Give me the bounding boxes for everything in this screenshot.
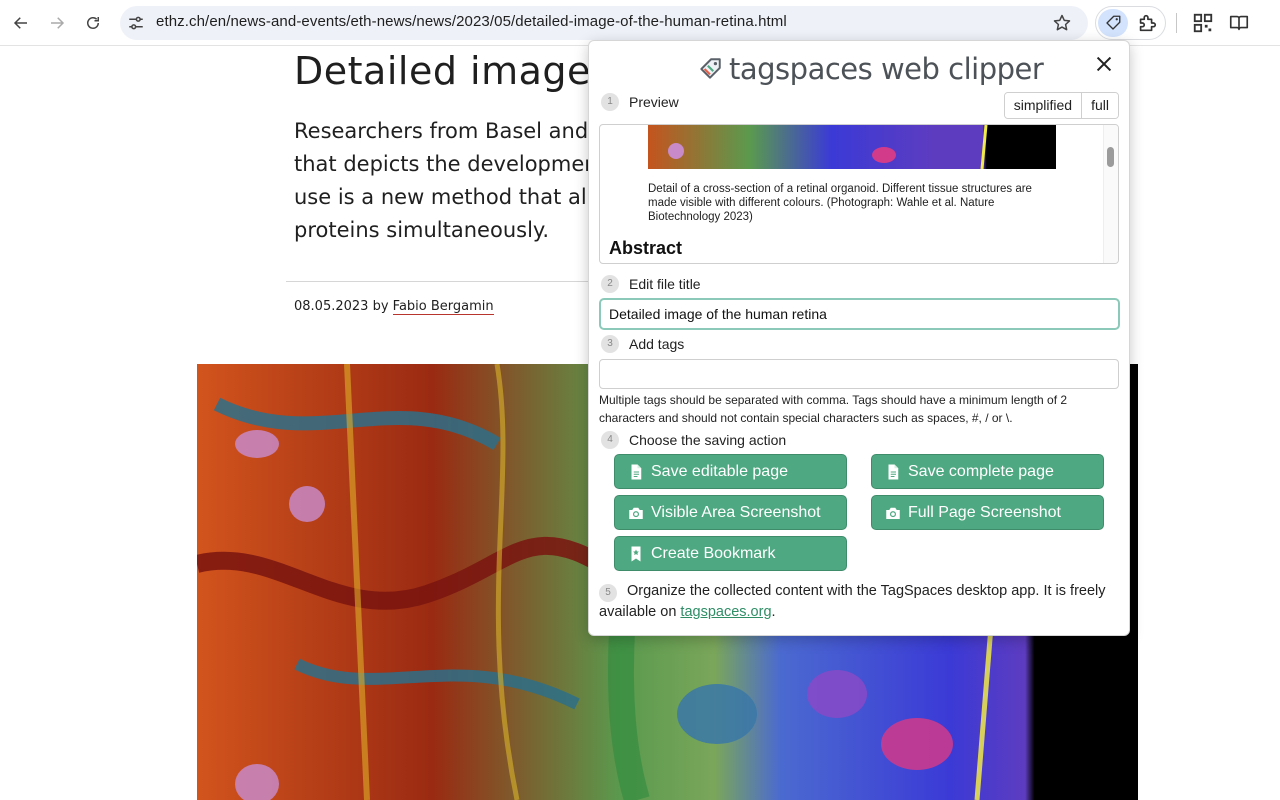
step-label: Choose the saving action [629, 432, 787, 448]
byline-by: by [372, 299, 389, 314]
step-number: 5 [599, 584, 617, 602]
preview-image [648, 125, 1056, 169]
web-clipper-popup: tagspaces web clipper 1 Preview simplifi… [588, 40, 1130, 636]
organize-end: . [771, 604, 776, 620]
scrollbar-thumb[interactable] [1107, 147, 1114, 167]
forward-button[interactable] [42, 8, 72, 38]
mode-simplified-button[interactable]: simplified [1004, 93, 1082, 118]
toolbar-separator [1176, 13, 1177, 33]
qr-code-icon[interactable] [1192, 12, 1214, 34]
lead-line: Researchers from Basel and [294, 119, 589, 143]
site-settings-icon[interactable] [127, 14, 145, 32]
mode-full-button[interactable]: full [1081, 93, 1118, 118]
saving-actions: Save editable page Save complete page Vi… [614, 454, 1106, 574]
step-title: 2 Edit file title [601, 275, 701, 293]
logo-text: tagspaces web clipper [729, 52, 1044, 86]
organize-note: 5 Organize the collected content with the… [599, 581, 1123, 623]
preview-heading: Abstract [609, 238, 683, 258]
create-bookmark-button[interactable]: Create Bookmark [614, 536, 847, 571]
step-label: Add tags [629, 336, 685, 352]
step-label: Preview [629, 94, 679, 110]
button-label: Full Page Screenshot [908, 503, 1061, 521]
tags-input[interactable] [599, 359, 1119, 389]
save-editable-page-button[interactable]: Save editable page [614, 454, 847, 489]
divider [286, 281, 596, 282]
address-bar[interactable]: ethz.ch/en/news-and-events/eth-news/news… [120, 6, 1088, 40]
preview-caption: Detail of a cross-section of a retinal o… [648, 183, 1032, 223]
puzzle-icon[interactable] [1136, 12, 1158, 34]
visible-area-screenshot-button[interactable]: Visible Area Screenshot [614, 495, 847, 530]
preview-mode-toggle: simplified full [1003, 92, 1119, 119]
tagspaces-logo-icon [700, 58, 721, 79]
lead-line: proteins simultaneously. [294, 218, 550, 242]
article-date: 08.05.2023 [294, 299, 369, 314]
article-lead: Researchers from Basel and that depicts … [294, 115, 594, 247]
extensions-group [1095, 6, 1166, 40]
full-page-screenshot-button[interactable]: Full Page Screenshot [871, 495, 1104, 530]
step-number: 3 [601, 335, 619, 353]
tagspaces-link[interactable]: tagspaces.org [680, 604, 771, 620]
button-label: Save editable page [651, 462, 788, 480]
button-label: Create Bookmark [651, 544, 776, 562]
back-button[interactable] [6, 8, 36, 38]
organize-text: Organize the collected content with the … [599, 583, 1106, 620]
arrow-right-icon [51, 17, 65, 29]
save-complete-page-button[interactable]: Save complete page [871, 454, 1104, 489]
step-number: 2 [601, 275, 619, 293]
file-icon [631, 464, 642, 479]
step-preview: 1 Preview [601, 93, 679, 111]
step-action: 4 Choose the saving action [601, 431, 786, 449]
reload-icon [87, 17, 99, 29]
step-tags: 3 Add tags [601, 335, 684, 353]
button-label: Visible Area Screenshot [651, 503, 821, 521]
tagspaces-logo: tagspaces web clipper [697, 52, 1044, 86]
url-text: ethz.ch/en/news-and-events/eth-news/news… [156, 13, 787, 30]
preview-scrollbar[interactable] [1103, 125, 1118, 263]
step-label: Edit file title [629, 276, 701, 292]
reload-button[interactable] [78, 8, 108, 38]
tagspaces-extension-button[interactable] [1098, 9, 1128, 37]
tag-icon [1106, 15, 1121, 30]
step-number: 1 [601, 93, 619, 111]
reading-mode-icon[interactable] [1228, 12, 1250, 34]
byline: 08.05.2023 by Fabio Bergamin [294, 299, 494, 315]
preview-image-art [648, 125, 1056, 169]
star-icon[interactable] [1052, 13, 1072, 33]
camera-icon [886, 507, 900, 519]
lead-line: use is a new method that allo [294, 185, 594, 209]
file-title-input[interactable]: Detailed image of the human retina [599, 298, 1120, 330]
file-icon [888, 464, 899, 479]
step-number: 4 [601, 431, 619, 449]
tags-hint: Multiple tags should be separated with c… [599, 393, 1068, 425]
author-link[interactable]: Fabio Bergamin [392, 299, 494, 315]
arrow-left-icon [13, 17, 27, 29]
close-icon[interactable] [1093, 53, 1115, 75]
preview-pane[interactable]: Detail of a cross-section of a retinal o… [599, 124, 1119, 264]
lead-line: that depicts the developmen [294, 152, 594, 176]
bookmark-icon [631, 546, 641, 561]
button-label: Save complete page [908, 462, 1054, 480]
camera-icon [629, 507, 643, 519]
